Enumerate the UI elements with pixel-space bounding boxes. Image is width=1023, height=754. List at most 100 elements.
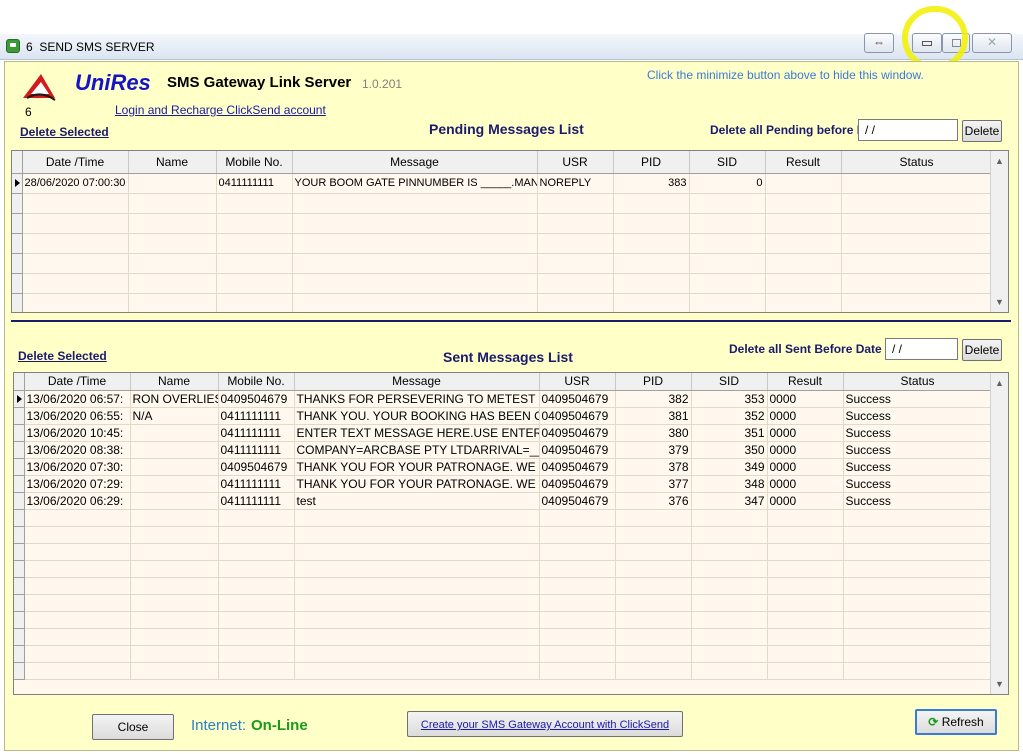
cell-mobile[interactable]: 0409504679 — [218, 390, 295, 408]
pending-scrollbar[interactable]: ▲ ▼ — [990, 151, 1008, 312]
cell-message[interactable]: THANK YOU FOR YOUR PATRONAGE. WE L — [294, 458, 540, 476]
create-account-link[interactable]: Create your SMS Gateway Account with Cli… — [421, 719, 669, 731]
cell-usr[interactable]: 0409504679 — [539, 424, 616, 442]
column-header[interactable]: Mobile No. — [218, 373, 295, 391]
cell-message[interactable]: ENTER TEXT MESSAGE HERE.USE ENTER K — [294, 424, 540, 442]
pending-delete-selected-link[interactable]: Delete Selected — [20, 125, 109, 139]
cell-sid[interactable]: 353 — [691, 390, 768, 408]
cell-pid[interactable]: 376 — [615, 492, 692, 510]
cell-status[interactable]: Success — [843, 441, 993, 459]
cell-message[interactable]: THANK YOU. YOUR BOOKING HAS BEEN CO — [294, 407, 540, 425]
column-header[interactable]: Result — [765, 151, 842, 174]
cell-datetime[interactable]: 13/06/2020 07:30: — [24, 458, 131, 476]
cell-status[interactable]: Success — [843, 390, 993, 408]
cell-message[interactable]: COMPANY=ARCBASE PTY LTDARRIVAL=__ — [294, 441, 540, 459]
row-indicator[interactable] — [12, 173, 23, 194]
cell-mobile[interactable]: 0411111111 — [218, 424, 295, 442]
table-row[interactable]: 13/06/2020 06:57: RON OVERLIES 0409504679 T… — [14, 390, 993, 408]
cell-name[interactable]: RON OVERLIES — [130, 390, 219, 408]
login-recharge-link[interactable]: Login and Recharge ClickSend account — [115, 103, 326, 117]
cell-name[interactable] — [130, 441, 219, 459]
cell-result[interactable] — [765, 173, 842, 194]
cell-status[interactable]: Success — [843, 407, 993, 425]
column-header[interactable]: Message — [292, 151, 538, 174]
column-header[interactable]: Date /Time — [22, 151, 129, 174]
cell-status[interactable]: Success — [843, 458, 993, 476]
cell-name[interactable] — [130, 475, 219, 493]
pending-delete-button[interactable]: Delete — [962, 120, 1002, 142]
cell-result[interactable]: 0000 — [767, 492, 844, 510]
table-row[interactable]: 13/06/2020 06:29: 0411111111 test 040950467… — [14, 492, 993, 510]
column-header[interactable]: USR — [537, 151, 614, 174]
row-indicator[interactable] — [14, 407, 25, 425]
cell-pid[interactable]: 377 — [615, 475, 692, 493]
cell-datetime[interactable]: 28/06/2020 07:00:30 — [22, 173, 129, 194]
cell-sid[interactable]: 0 — [689, 173, 766, 194]
cell-sid[interactable]: 350 — [691, 441, 768, 459]
column-header[interactable]: Mobile No. — [216, 151, 293, 174]
cell-name[interactable]: N/A — [130, 407, 219, 425]
cell-pid[interactable]: 380 — [615, 424, 692, 442]
cell-pid[interactable]: 379 — [615, 441, 692, 459]
column-header[interactable]: Status — [841, 151, 993, 174]
cell-usr[interactable]: 0409504679 — [539, 475, 616, 493]
cell-sid[interactable]: 352 — [691, 407, 768, 425]
pending-date-field[interactable]: / / — [858, 119, 958, 141]
refresh-button[interactable]: ⟳ Refresh — [915, 709, 997, 735]
cell-mobile[interactable]: 0411111111 — [218, 407, 295, 425]
cell-sid[interactable]: 351 — [691, 424, 768, 442]
cell-mobile[interactable]: 0411111111 — [218, 441, 295, 459]
scroll-down-icon[interactable]: ▼ — [991, 294, 1008, 310]
cell-datetime[interactable]: 13/06/2020 06:29: — [24, 492, 131, 510]
cell-usr[interactable]: 0409504679 — [539, 441, 616, 459]
column-header[interactable]: Name — [130, 373, 219, 391]
sent-grid[interactable]: Date /Time Name Mobile No. Message USR P… — [13, 372, 1009, 695]
pending-grid[interactable]: Date /Time Name Mobile No. Message USR P… — [11, 150, 1009, 313]
cell-result[interactable]: 0000 — [767, 475, 844, 493]
column-header[interactable]: Date /Time — [24, 373, 131, 391]
cell-usr[interactable]: 0409504679 — [539, 492, 616, 510]
table-row[interactable]: 13/06/2020 06:55: N/A 0411111111 THANK YOU.… — [14, 407, 993, 425]
cell-usr[interactable]: 0409504679 — [539, 407, 616, 425]
column-header[interactable]: Name — [128, 151, 217, 174]
row-indicator[interactable] — [14, 390, 25, 408]
cell-name[interactable] — [130, 458, 219, 476]
column-header[interactable]: Result — [767, 373, 844, 391]
cell-pid[interactable]: 382 — [615, 390, 692, 408]
column-header[interactable]: Status — [843, 373, 993, 391]
scroll-up-icon[interactable]: ▲ — [991, 375, 1008, 391]
cell-message[interactable]: test — [294, 492, 540, 510]
sent-delete-selected-link[interactable]: Delete Selected — [18, 349, 107, 363]
cell-datetime[interactable]: 13/06/2020 06:55: — [24, 407, 131, 425]
sent-scrollbar[interactable]: ▲ ▼ — [990, 373, 1008, 694]
sent-date-field[interactable]: / / — [885, 338, 958, 360]
table-row[interactable]: 13/06/2020 07:30: 0409504679 THANK YOU FOR… — [14, 458, 993, 476]
cell-datetime[interactable]: 13/06/2020 07:29: — [24, 475, 131, 493]
row-indicator[interactable] — [14, 492, 25, 510]
cell-sid[interactable]: 347 — [691, 492, 768, 510]
cell-mobile[interactable]: 0411111111 — [218, 492, 295, 510]
cell-datetime[interactable]: 13/06/2020 06:57: — [24, 390, 131, 408]
cell-datetime[interactable]: 13/06/2020 10:45: — [24, 424, 131, 442]
cell-mobile[interactable]: 0409504679 — [218, 458, 295, 476]
table-row[interactable]: 13/06/2020 08:38: 0411111111 COMPANY=ARCBA… — [14, 441, 993, 459]
cell-name[interactable] — [130, 424, 219, 442]
create-account-button[interactable]: Create your SMS Gateway Account with Cli… — [407, 711, 683, 737]
column-header[interactable]: SID — [689, 151, 766, 174]
cell-mobile[interactable]: 0411111111 — [216, 173, 293, 194]
cell-mobile[interactable]: 0411111111 — [218, 475, 295, 493]
row-indicator[interactable] — [14, 475, 25, 493]
cell-name[interactable] — [130, 492, 219, 510]
cell-sid[interactable]: 348 — [691, 475, 768, 493]
table-row[interactable]: 13/06/2020 10:45: 0411111111 ENTER TEXT ME… — [14, 424, 993, 442]
cell-result[interactable]: 0000 — [767, 458, 844, 476]
cell-usr[interactable]: 0409504679 — [539, 390, 616, 408]
table-row[interactable]: 13/06/2020 07:29: 0411111111 THANK YOU FOR… — [14, 475, 993, 493]
column-header[interactable]: PID — [615, 373, 692, 391]
table-row[interactable]: 28/06/2020 07:00:30 0411111111 YOUR BOOM… — [12, 173, 993, 194]
cell-result[interactable]: 0000 — [767, 390, 844, 408]
restore-arrows-button[interactable]: ⇔ — [864, 33, 894, 53]
cell-pid[interactable]: 378 — [615, 458, 692, 476]
cell-name[interactable] — [128, 173, 217, 194]
cell-message[interactable]: YOUR BOOM GATE PINNUMBER IS _____.MANAGE… — [292, 173, 538, 194]
